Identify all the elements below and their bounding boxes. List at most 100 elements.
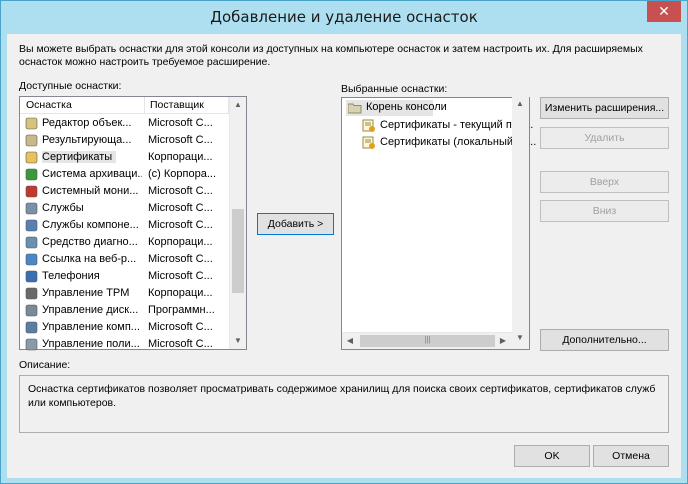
system-monitor-icon	[24, 184, 39, 199]
policy-management-icon	[24, 337, 39, 352]
list-header: Оснастка Поставщик	[20, 97, 230, 114]
column-header-snapin[interactable]: Оснастка	[26, 99, 72, 111]
certificates-icon	[24, 150, 39, 165]
snapin-name: Службы компоне...	[42, 219, 139, 231]
snapin-vendor: Microsoft C...	[148, 202, 213, 214]
available-snapins-list[interactable]: Оснастка Поставщик Редактор объек... Micr…	[19, 96, 247, 353]
snapin-vendor: Microsoft C...	[148, 134, 213, 146]
title-bar[interactable]: Добавление и удаление оснасток ✕	[1, 1, 687, 33]
scroll-left-arrow-icon[interactable]: ◀	[342, 333, 358, 349]
list-item[interactable]: Службы Microsoft C...	[20, 200, 228, 217]
tree-item-label: Сертификаты - текущий пол...	[380, 119, 534, 131]
snapin-name: Редактор объек...	[42, 117, 132, 129]
policy-editor-icon	[24, 116, 39, 131]
remove-button[interactable]: Удалить	[540, 127, 669, 149]
snapin-name: Средство диагно...	[42, 236, 138, 248]
computer-management-icon	[24, 320, 39, 335]
list-item[interactable]: Ссылка на веб-р... Microsoft C...	[20, 251, 228, 268]
list-item[interactable]: Редактор объек... Microsoft C...	[20, 115, 228, 132]
snapin-name: Управление комп...	[42, 321, 140, 333]
list-item[interactable]: Телефония Microsoft C...	[20, 268, 228, 285]
intro-text: Вы можете выбрать оснастки для этой конс…	[19, 43, 643, 68]
window-title: Добавление и удаление оснасток	[210, 8, 478, 26]
move-down-button[interactable]: Вниз	[540, 200, 669, 222]
list-item[interactable]: Службы компоне... Microsoft C...	[20, 217, 228, 234]
disk-management-icon	[24, 303, 39, 318]
snapin-name: Результирующа...	[42, 134, 132, 146]
snapin-name: Сертификаты	[42, 151, 117, 163]
snapin-name: Телефония	[42, 270, 100, 282]
snapin-name: Управление TPM	[42, 287, 130, 299]
folder-icon	[348, 103, 362, 114]
move-up-button[interactable]: Вверх	[540, 171, 669, 193]
cancel-button[interactable]: Отмена	[593, 445, 669, 467]
snapin-vendor: Корпораци...	[148, 287, 213, 299]
scroll-down-arrow-icon[interactable]: ▼	[230, 333, 246, 349]
scroll-up-arrow-icon[interactable]: ▲	[230, 97, 246, 113]
snapin-name: Управление диск...	[42, 304, 139, 316]
selected-snapins-tree[interactable]: Корень консоли Сертификаты - текущий пол…	[341, 96, 536, 350]
edit-extensions-button[interactable]: Изменить расширения...	[540, 97, 669, 119]
add-button[interactable]: Добавить >	[257, 213, 334, 235]
snapin-name: Службы	[42, 202, 84, 214]
selected-snapins-label: Выбранные оснастки:	[341, 83, 448, 95]
snapin-name: Система архиваци...	[42, 168, 142, 180]
scroll-thumb[interactable]	[232, 209, 244, 293]
snapin-name: Управление поли...	[42, 338, 140, 350]
list-item[interactable]: Система архиваци... (c) Корпора...	[20, 166, 228, 183]
description-box: Оснастка сертификатов позволяет просматр…	[19, 375, 669, 433]
snapin-vendor: Microsoft C...	[148, 338, 213, 350]
snapin-vendor: Microsoft C...	[148, 253, 213, 265]
certificate-icon	[362, 136, 375, 149]
web-link-icon	[24, 252, 39, 267]
list-item[interactable]: Управление диск... Программн...	[20, 302, 228, 319]
tree-item-console-root[interactable]: Корень консоли	[346, 100, 447, 116]
rsop-icon	[24, 133, 39, 148]
description-text: Оснастка сертификатов позволяет просматр…	[28, 383, 656, 409]
close-button[interactable]: ✕	[647, 1, 681, 22]
column-header-vendor[interactable]: Поставщик	[150, 99, 204, 111]
add-button-label: Добавить >	[267, 218, 324, 230]
list-item[interactable]: Сертификаты Корпораци...	[20, 149, 228, 166]
horizontal-scrollbar[interactable]: ◀ ||| ▶	[342, 332, 512, 349]
snapin-name: Ссылка на веб-р...	[42, 253, 137, 265]
list-item[interactable]: Результирующа... Microsoft C...	[20, 132, 228, 149]
list-item[interactable]: Управление TPM Корпораци...	[20, 285, 228, 302]
available-snapins-label: Доступные оснастки:	[19, 80, 122, 92]
tpm-icon	[24, 286, 39, 301]
scroll-thumb[interactable]: |||	[360, 335, 495, 347]
list-item[interactable]: Управление поли... Microsoft C...	[20, 336, 228, 353]
snapin-vendor: Программн...	[148, 304, 215, 316]
snapin-vendor: (c) Корпора...	[148, 168, 217, 180]
ok-button[interactable]: OK	[514, 445, 590, 467]
tree-item-certificates-user[interactable]: Сертификаты - текущий пол...	[362, 118, 533, 134]
snapin-vendor: Microsoft C...	[148, 321, 213, 333]
list-item[interactable]: Средство диагно... Корпораци...	[20, 234, 228, 251]
dialog-client-area: Вы можете выбрать оснастки для этой конс…	[7, 34, 681, 478]
services-icon	[24, 201, 39, 216]
list-item[interactable]: Управление комп... Microsoft C...	[20, 319, 228, 336]
tree-item-certificates-local[interactable]: Сертификаты (локальный ко...	[362, 135, 536, 151]
vertical-scrollbar[interactable]: ▲ ▼	[512, 96, 529, 349]
tree-item-label: Корень консоли	[366, 101, 447, 113]
snapin-name: Системный мони...	[42, 185, 139, 197]
dialog-window: Добавление и удаление оснасток ✕ Вы може…	[0, 0, 688, 484]
snapin-vendor: Microsoft C...	[148, 219, 213, 231]
snapin-vendor: Microsoft C...	[148, 270, 213, 282]
scroll-up-arrow-icon[interactable]: ▲	[512, 96, 528, 112]
snapin-vendor: Корпораци...	[148, 236, 213, 248]
snapin-vendor: Microsoft C...	[148, 185, 213, 197]
snapin-vendor: Корпораци...	[148, 151, 213, 163]
vertical-scrollbar[interactable]: ▲ ▼	[229, 97, 246, 349]
telephony-icon	[24, 269, 39, 284]
scroll-down-arrow-icon[interactable]: ▼	[512, 330, 528, 346]
snapin-vendor: Microsoft C...	[148, 117, 213, 129]
certificate-icon	[362, 119, 375, 132]
scroll-right-arrow-icon[interactable]: ▶	[495, 333, 511, 349]
description-label: Описание:	[19, 359, 71, 371]
component-services-icon	[24, 218, 39, 233]
list-item[interactable]: Системный мони... Microsoft C...	[20, 183, 228, 200]
backup-icon	[24, 167, 39, 182]
diagnostics-icon	[24, 235, 39, 250]
advanced-button[interactable]: Дополнительно...	[540, 329, 669, 351]
